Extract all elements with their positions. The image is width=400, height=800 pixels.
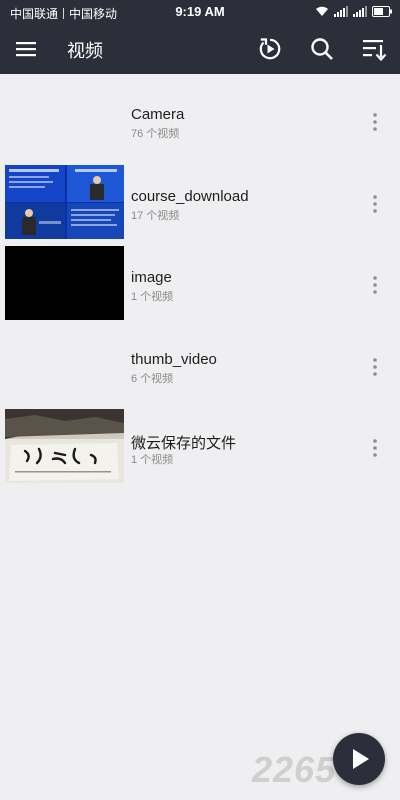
battery-icon	[372, 5, 392, 17]
video-folder-screen: 中国联通 中国移动 9:19 AM 视频 Camera 76 个视频 cours…	[0, 0, 400, 800]
folder-name: image	[131, 269, 172, 286]
folder-row-thumb-video[interactable]: thumb_video 6 个视频	[0, 319, 400, 401]
folder-row-weiyun-files[interactable]: 微云保存的文件 1 个视频	[0, 400, 400, 483]
more-options-icon[interactable]	[368, 111, 382, 133]
signal-icon	[334, 5, 348, 17]
folder-name: 微云保存的文件	[131, 435, 237, 452]
folder-video-count: 17 个视频	[131, 209, 180, 222]
recent-play-icon[interactable]	[257, 36, 283, 62]
more-options-icon[interactable]	[368, 274, 382, 296]
more-options-icon[interactable]	[368, 193, 382, 215]
folder-thumbnail	[5, 83, 124, 157]
folder-thumbnail	[5, 246, 124, 320]
calligraphy-video-thumbnail	[5, 409, 124, 483]
black-frame-thumbnail	[5, 246, 124, 320]
folder-video-count: 1 个视频	[131, 454, 174, 466]
folder-list: Camera 76 个视频 course_download 17 个视频 ima…	[0, 74, 400, 483]
menu-icon[interactable]	[15, 38, 37, 60]
lecture-video-thumbnail	[5, 164, 124, 239]
folder-video-count: 76 个视频	[131, 128, 180, 140]
play-fab-button[interactable]	[333, 733, 385, 785]
sort-icon[interactable]	[361, 36, 387, 62]
search-icon[interactable]	[309, 36, 335, 62]
folder-video-count: 6 个视频	[131, 372, 174, 385]
folder-row-camera[interactable]: Camera 76 个视频	[0, 74, 400, 156]
folder-name: thumb_video	[131, 350, 217, 368]
folder-name: course_download	[131, 187, 249, 205]
folder-video-count: 1 个视频	[131, 291, 174, 303]
more-options-icon[interactable]	[368, 356, 382, 378]
folder-thumbnail	[5, 164, 124, 239]
folder-thumbnail	[5, 328, 124, 402]
folder-row-course-download[interactable]: course_download 17 个视频	[0, 156, 400, 239]
status-bar: 中国联通 中国移动 9:19 AM	[0, 0, 400, 24]
status-icons	[315, 5, 392, 17]
watermark-text: 2265	[252, 749, 337, 790]
more-options-icon[interactable]	[368, 437, 382, 459]
page-title: 视频	[67, 41, 103, 61]
app-bar: 视频	[0, 24, 400, 74]
play-icon	[353, 749, 369, 769]
folder-thumbnail	[5, 409, 124, 483]
folder-row-image[interactable]: image 1 个视频	[0, 237, 400, 320]
folder-name: Camera	[131, 106, 185, 123]
wifi-icon	[316, 6, 328, 16]
signal-icon	[353, 5, 367, 17]
